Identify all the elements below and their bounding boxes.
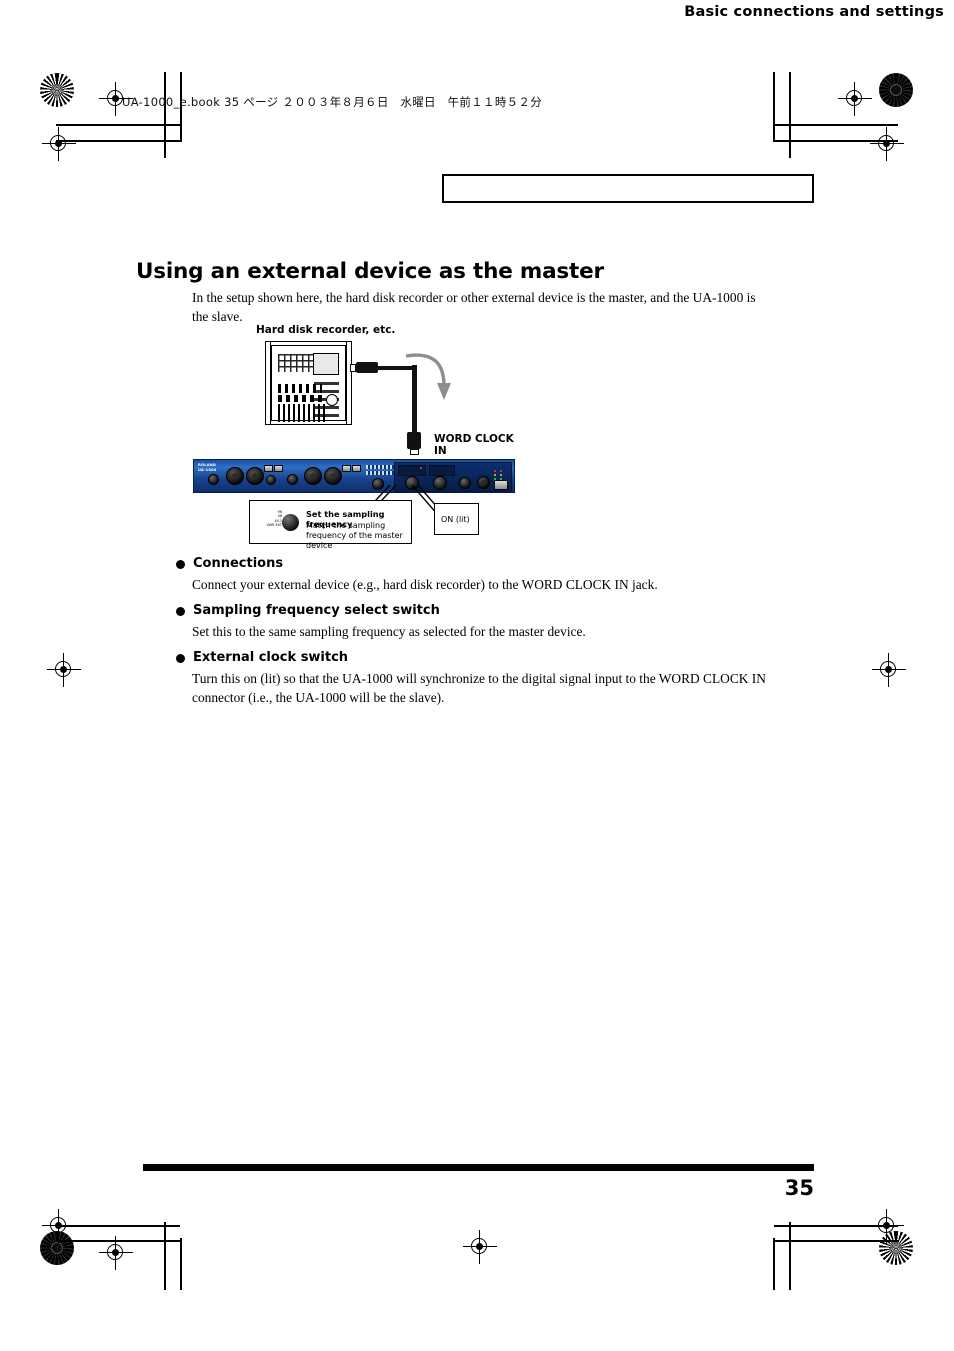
registration-crosshair-left-mid (47, 653, 81, 687)
bullet-section-connections: Connections Connect your external device… (176, 556, 784, 594)
word-clock-in-label-line1: WORD CLOCK (434, 433, 514, 445)
page-number: 35 (784, 1176, 814, 1200)
registration-crosshair-top-right (870, 127, 904, 161)
running-header-title: Basic connections and settings (684, 4, 944, 20)
book-file-info: UA-1000_e.book 35 ページ ２００３年８月６日 水曜日 午前１１… (122, 95, 543, 109)
callout-sampling-frequency: 96 48 44.1 VARI EXT Set the sampling freque… (249, 500, 412, 550)
bullet-section-sampling-frequency: Sampling frequency select switch Set thi… (176, 603, 784, 641)
callout-leader-lines (361, 485, 445, 515)
bullet-heading: Connections (176, 556, 784, 571)
callout-external-clock-label: ON (lit) (441, 515, 470, 524)
registration-crosshair-bottom-left (42, 1209, 76, 1243)
registration-crosshair-top-left-inner (838, 82, 872, 116)
ua-1000-panel-illustration: ROLAND UA-1000 (193, 459, 515, 493)
footer-rule (143, 1164, 814, 1171)
callout-sampling-frequency-title: Set the sampling frequency (306, 509, 385, 529)
external-clock-switch (433, 476, 447, 490)
star-target-top-left (40, 73, 74, 107)
registration-crosshair-bottom-left-outer (99, 1236, 133, 1270)
bullet-body: Connect your external device (e.g., hard… (192, 577, 658, 592)
page-canvas: UA-1000_e.book 35 ページ ２００３年８月６日 水曜日 午前１１… (0, 0, 954, 1351)
running-header-box (442, 174, 814, 203)
registration-crosshair-right-mid (872, 653, 906, 687)
sampling-frequency-knob-icon (282, 514, 299, 531)
bullet-section-external-clock: External clock switch Turn this on (lit)… (176, 650, 784, 707)
hard-disk-recorder-illustration (265, 341, 352, 425)
registration-crosshair-bottom-center (463, 1230, 497, 1264)
ua-1000-brand-mark: ROLAND UA-1000 (198, 463, 217, 472)
page-title: Using an external device as the master (136, 259, 604, 285)
word-clock-in-label-line2: IN (434, 445, 447, 457)
intro-paragraph: In the setup shown here, the hard disk r… (192, 290, 756, 325)
registration-crosshair-bottom-right (870, 1209, 904, 1243)
star-target-top-right (879, 73, 913, 107)
signal-flow-arrow (405, 353, 451, 400)
bullet-body: Set this to the same sampling frequency … (192, 624, 586, 639)
bullet-body: Turn this on (lit) so that the UA-1000 w… (192, 671, 766, 705)
registration-crosshair-top-left (42, 127, 76, 161)
sampling-frequency-scale: 96 48 44.1 VARI EXT (266, 510, 282, 528)
cable-segment-vertical (412, 365, 417, 437)
bullet-heading: External clock switch (176, 650, 784, 665)
cable-plug-horizontal (350, 362, 378, 373)
cable-plug-bnc (407, 432, 421, 455)
ua-1000-digital-section (394, 462, 512, 492)
callout-sampling-frequency-text: Match the sampling frequency of the mast… (306, 521, 403, 550)
callout-external-clock-on: ON (lit) (434, 503, 479, 535)
word-clock-in-label: WORD CLOCK IN (434, 433, 514, 457)
cable-segment-horizontal (377, 365, 415, 370)
bullet-heading: Sampling frequency select switch (176, 603, 784, 618)
sampling-frequency-select-switch (405, 476, 419, 490)
